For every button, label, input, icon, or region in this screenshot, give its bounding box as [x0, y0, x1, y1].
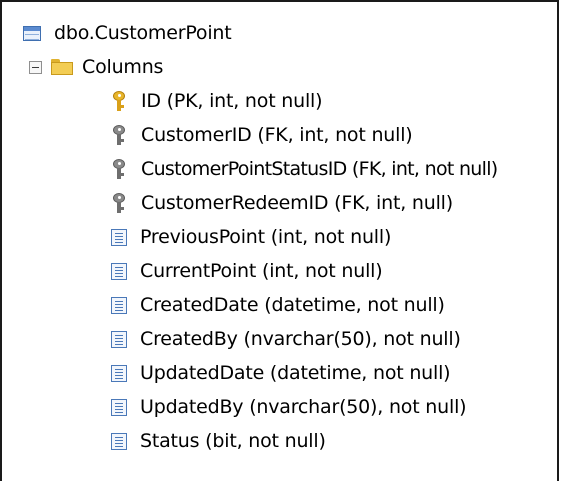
tree-node-column[interactable]: ID (PK, int, not null) — [112, 86, 323, 116]
folder-icon — [51, 59, 73, 75]
column-label: CreatedBy (nvarchar(50), not null) — [140, 328, 461, 350]
tree-node-column[interactable]: CustomerPointStatusID (FK, int, not null… — [112, 154, 498, 184]
tree-node-column[interactable]: CreatedDate (datetime, not null) — [111, 290, 445, 320]
column-label: CustomerPointStatusID (FK, int, not null… — [141, 158, 498, 180]
foreign-key-icon — [112, 192, 126, 214]
tree-node-column[interactable]: UpdatedDate (datetime, not null) — [111, 358, 451, 388]
column-label: UpdatedDate (datetime, not null) — [140, 362, 451, 384]
tree-node-columns-folder[interactable]: Columns — [29, 52, 163, 82]
column-label: CustomerID (FK, int, not null) — [141, 124, 413, 146]
object-explorer-panel: dbo.CustomerPoint Columns ID (PK, int, n… — [0, 0, 559, 481]
tree-node-column[interactable]: Status (bit, not null) — [111, 426, 326, 456]
tree-node-column[interactable]: CustomerRedeemID (FK, int, null) — [112, 188, 453, 218]
column-icon — [111, 432, 127, 450]
tree-node-column[interactable]: CustomerID (FK, int, not null) — [112, 120, 413, 150]
column-label: PreviousPoint (int, not null) — [140, 226, 392, 248]
tree-node-column[interactable]: PreviousPoint (int, not null) — [111, 222, 391, 252]
column-label: CurrentPoint (int, not null) — [140, 260, 383, 282]
column-icon — [111, 296, 127, 314]
column-icon — [111, 330, 127, 348]
tree-node-column[interactable]: UpdatedBy (nvarchar(50), not null) — [111, 392, 467, 422]
column-label: CustomerRedeemID (FK, int, null) — [141, 192, 453, 214]
column-label: ID (PK, int, not null) — [141, 90, 323, 112]
foreign-key-icon — [112, 124, 126, 146]
table-icon — [23, 25, 41, 41]
tree-node-column[interactable]: CreatedBy (nvarchar(50), not null) — [111, 324, 461, 354]
foreign-key-icon — [112, 158, 126, 180]
primary-key-icon — [112, 90, 126, 112]
column-icon — [111, 364, 127, 382]
column-icon — [111, 262, 127, 280]
column-label: Status (bit, not null) — [140, 430, 326, 452]
column-label: CreatedDate (datetime, not null) — [140, 294, 445, 316]
tree-node-column[interactable]: CurrentPoint (int, not null) — [111, 256, 383, 286]
table-name-label: dbo.CustomerPoint — [54, 22, 232, 44]
column-icon — [111, 398, 127, 416]
column-icon — [111, 228, 127, 246]
tree-node-table[interactable]: dbo.CustomerPoint — [23, 18, 232, 48]
collapse-icon[interactable] — [29, 60, 42, 74]
column-label: UpdatedBy (nvarchar(50), not null) — [140, 396, 467, 418]
columns-folder-label: Columns — [82, 56, 164, 78]
